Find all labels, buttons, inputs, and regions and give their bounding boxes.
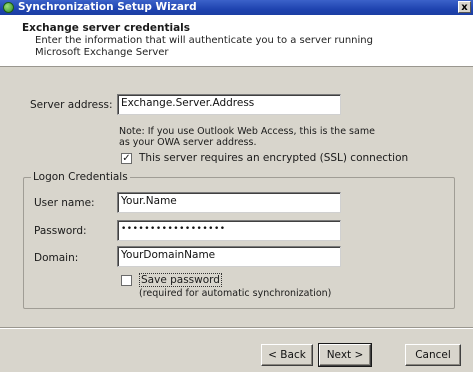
save-password-label[interactable]: Save password <box>139 273 222 287</box>
owa-note: Note: If you use Outlook Web Access, thi… <box>119 126 375 148</box>
password-input[interactable]: •••••••••••••••••• <box>117 220 341 241</box>
close-button[interactable]: x <box>458 1 471 13</box>
page-subtitle: Enter the information that will authenti… <box>35 35 373 58</box>
title-bar: Synchronization Setup Wizard x <box>0 0 473 15</box>
next-button[interactable]: Next > <box>318 343 372 367</box>
cancel-button[interactable]: Cancel <box>405 344 461 366</box>
username-label: User name: <box>34 197 95 209</box>
page-title: Exchange server credentials <box>22 22 191 34</box>
sync-app-icon <box>3 2 14 13</box>
logon-credentials-legend: Logon Credentials <box>31 171 130 183</box>
domain-label: Domain: <box>34 252 79 264</box>
ssl-checkbox[interactable]: ✓ <box>121 153 132 164</box>
username-input[interactable]: Your.Name <box>117 192 341 213</box>
window-title: Synchronization Setup Wizard <box>18 1 197 13</box>
save-password-checkbox[interactable] <box>121 275 132 286</box>
back-button[interactable]: < Back <box>261 344 313 366</box>
server-address-input[interactable]: Exchange.Server.Address <box>117 94 341 115</box>
wizard-header: Exchange server credentials Enter the in… <box>0 15 473 67</box>
password-label: Password: <box>34 225 87 237</box>
ssl-checkbox-label[interactable]: This server requires an encrypted (SSL) … <box>139 152 408 164</box>
domain-input[interactable]: YourDomainName <box>117 246 341 267</box>
server-address-label: Server address: <box>30 99 113 111</box>
footer-divider <box>0 327 473 329</box>
save-password-hint: (required for automatic synchronization) <box>139 288 332 299</box>
